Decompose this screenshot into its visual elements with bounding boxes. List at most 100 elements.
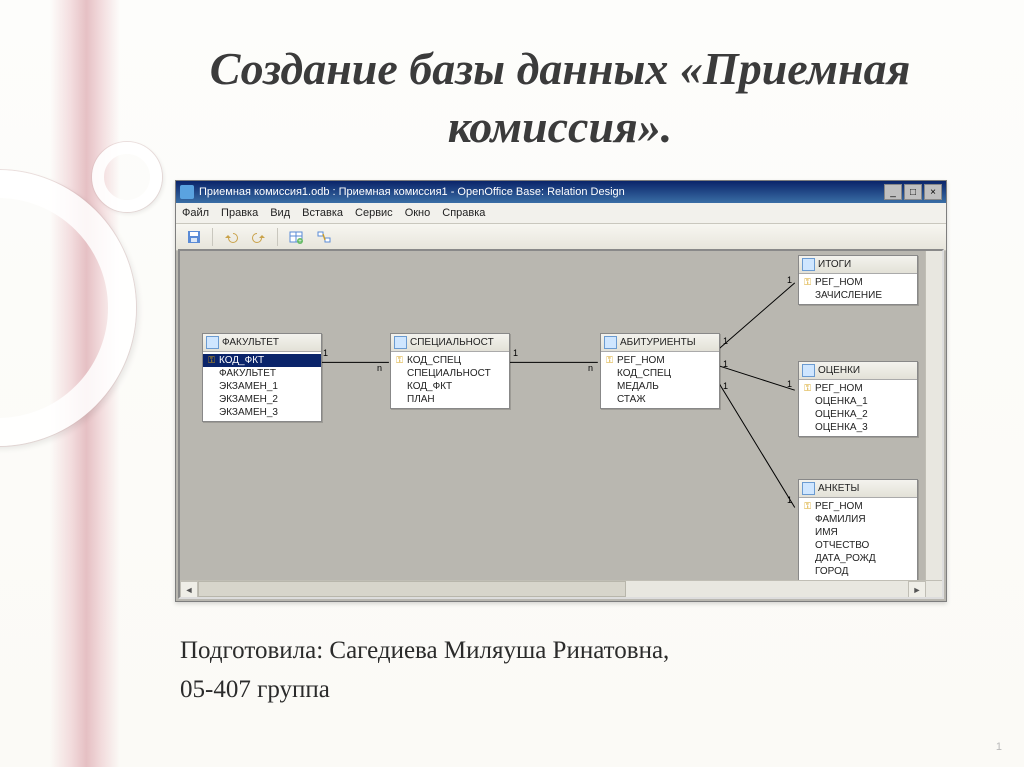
menu-help[interactable]: Справка <box>442 207 485 219</box>
table-field[interactable]: ⚿РЕГ_НОМ <box>799 500 917 513</box>
table-field[interactable]: ⚿ДАТА_РОЖД <box>799 552 917 565</box>
svg-text:+: + <box>298 239 302 244</box>
table-abit[interactable]: АБИТУРИЕНТЫ ⚿РЕГ_НОМ⚿КОД_СПЕЦ⚿МЕДАЛЬ⚿СТА… <box>600 333 720 409</box>
credit-line1: Подготовила: Сагедиева Миляуша Ринатовна… <box>180 632 669 671</box>
table-field[interactable]: ⚿ОТЧЕСТВО <box>799 539 917 552</box>
field-name: МЕДАЛЬ <box>617 381 659 392</box>
menu-window[interactable]: Окно <box>405 207 431 219</box>
table-field[interactable]: ⚿ЗАЧИСЛЕНИЕ <box>799 289 917 302</box>
minimize-button[interactable]: _ <box>884 184 902 200</box>
table-title: ОЦЕНКИ <box>818 365 860 376</box>
table-field[interactable]: ⚿КОД_СПЕЦ <box>601 367 719 380</box>
relation-canvas[interactable]: 1 n 1 n 1 1 1 1 1 1 ФАКУЛЬТЕТ ⚿КОД_ФКТ⚿Ф… <box>178 249 944 599</box>
scrollbar-vertical[interactable] <box>925 251 942 581</box>
field-name: ЭКЗАМЕН_2 <box>219 394 278 405</box>
scroll-left-button[interactable]: ◄ <box>180 581 198 598</box>
field-name: РЕГ_НОМ <box>815 383 863 394</box>
table-icon <box>394 336 407 349</box>
table-ankety[interactable]: АНКЕТЫ ⚿РЕГ_НОМ⚿ФАМИЛИЯ⚿ИМЯ⚿ОТЧЕСТВО⚿ДАТ… <box>798 479 918 581</box>
field-name: РЕГ_НОМ <box>617 355 665 366</box>
undo-icon[interactable] <box>219 226 243 248</box>
table-field[interactable]: ⚿ФАКУЛЬТЕТ <box>203 367 321 380</box>
table-field[interactable]: ⚿МЕДАЛЬ <box>601 380 719 393</box>
scrollbar-horizontal[interactable]: ◄ ► <box>180 580 926 597</box>
scroll-right-button[interactable]: ► <box>908 581 926 598</box>
key-icon: ⚿ <box>803 277 812 288</box>
window-buttons: _ □ × <box>884 184 942 200</box>
menu-tools[interactable]: Сервис <box>355 207 393 219</box>
table-field[interactable]: ⚿ОЦЕНКА_1 <box>799 395 917 408</box>
table-field[interactable]: ⚿ГОРОД <box>799 565 917 578</box>
field-name: ФАКУЛЬТЕТ <box>219 368 276 379</box>
menu-file[interactable]: Файл <box>182 207 209 219</box>
menu-view[interactable]: Вид <box>270 207 290 219</box>
table-field[interactable]: ⚿ЭКЗАМЕН_1 <box>203 380 321 393</box>
cardinality-label: 1 <box>787 379 792 389</box>
table-field[interactable]: ⚿КОД_ФКТ <box>391 380 509 393</box>
redo-icon[interactable] <box>247 226 271 248</box>
field-name: ЗАЧИСЛЕНИЕ <box>815 290 882 301</box>
table-field[interactable]: ⚿ЭКЗАМЕН_2 <box>203 393 321 406</box>
table-field[interactable]: ⚿ОЦЕНКА_3 <box>799 421 917 434</box>
field-name: ЭКЗАМЕН_3 <box>219 407 278 418</box>
cardinality-label: 1 <box>513 348 518 358</box>
cardinality-label: 1 <box>723 336 728 346</box>
field-name: КОД_ФКТ <box>219 355 264 366</box>
table-field[interactable]: ⚿ОЦЕНКА_2 <box>799 408 917 421</box>
table-field[interactable]: ⚿СТАЖ <box>601 393 719 406</box>
field-name: КОД_ФКТ <box>407 381 452 392</box>
maximize-button[interactable]: □ <box>904 184 922 200</box>
menubar: Файл Правка Вид Вставка Сервис Окно Спра… <box>176 203 946 224</box>
table-spec[interactable]: СПЕЦИАЛЬНОСТ ⚿КОД_СПЕЦ⚿СПЕЦИАЛЬНОСТ⚿КОД_… <box>390 333 510 409</box>
field-name: СПЕЦИАЛЬНОСТ <box>407 368 491 379</box>
table-field[interactable]: ⚿ИМЯ <box>799 526 917 539</box>
slide-title: Создание базы данных «Приемная комиссия»… <box>170 40 950 155</box>
page-number: 1 <box>996 741 1002 753</box>
field-name: ФАМИЛИЯ <box>815 514 866 525</box>
menu-edit[interactable]: Правка <box>221 207 258 219</box>
scroll-thumb[interactable] <box>198 581 626 597</box>
table-field[interactable]: ⚿РЕГ_НОМ <box>799 382 917 395</box>
cardinality-label: 1 <box>787 275 792 285</box>
table-title: ФАКУЛЬТЕТ <box>222 337 279 348</box>
table-faculty[interactable]: ФАКУЛЬТЕТ ⚿КОД_ФКТ⚿ФАКУЛЬТЕТ⚿ЭКЗАМЕН_1⚿Э… <box>202 333 322 422</box>
key-icon: ⚿ <box>605 355 614 366</box>
table-field[interactable]: ⚿ЭКЗАМЕН_3 <box>203 406 321 419</box>
field-name: ЭКЗАМЕН_1 <box>219 381 278 392</box>
table-field[interactable]: ⚿ФАМИЛИЯ <box>799 513 917 526</box>
table-ocenki[interactable]: ОЦЕНКИ ⚿РЕГ_НОМ⚿ОЦЕНКА_1⚿ОЦЕНКА_2⚿ОЦЕНКА… <box>798 361 918 437</box>
credit-line2: 05-407 группа <box>180 671 669 710</box>
table-field[interactable]: ⚿СПЕЦИАЛЬНОСТ <box>391 367 509 380</box>
cardinality-label: n <box>588 363 593 373</box>
new-relation-icon[interactable] <box>312 226 336 248</box>
table-icon <box>802 482 815 495</box>
table-icon <box>206 336 219 349</box>
cardinality-label: 1 <box>723 381 728 391</box>
credit-block: Подготовила: Сагедиева Миляуша Ринатовна… <box>180 632 669 710</box>
table-title: ИТОГИ <box>818 259 851 270</box>
table-icon <box>802 364 815 377</box>
table-field[interactable]: ⚿ПЛАН <box>391 393 509 406</box>
close-button[interactable]: × <box>924 184 942 200</box>
field-name: ПЛАН <box>407 394 435 405</box>
menu-insert[interactable]: Вставка <box>302 207 343 219</box>
table-itogi[interactable]: ИТОГИ ⚿РЕГ_НОМ⚿ЗАЧИСЛЕНИЕ <box>798 255 918 305</box>
app-icon <box>180 185 194 199</box>
table-field[interactable]: ⚿КОД_ФКТ <box>203 354 321 367</box>
table-field[interactable]: ⚿РЕГ_НОМ <box>799 276 917 289</box>
app-window: Приемная комиссия1.odb : Приемная комисс… <box>175 180 947 602</box>
titlebar[interactable]: Приемная комиссия1.odb : Приемная комисс… <box>176 181 946 203</box>
key-icon: ⚿ <box>803 501 812 512</box>
add-table-icon[interactable]: + <box>284 226 308 248</box>
decorative-circle-small <box>92 142 162 212</box>
save-icon[interactable] <box>182 226 206 248</box>
slide: Создание базы данных «Приемная комиссия»… <box>0 0 1024 767</box>
field-name: КОД_СПЕЦ <box>407 355 461 366</box>
table-field[interactable]: ⚿КОД_СПЕЦ <box>391 354 509 367</box>
field-name: РЕГ_НОМ <box>815 277 863 288</box>
table-field[interactable]: ⚿РЕГ_НОМ <box>601 354 719 367</box>
key-icon: ⚿ <box>395 355 404 366</box>
field-name: ОЦЕНКА_3 <box>815 422 868 433</box>
cardinality-label: 1 <box>323 348 328 358</box>
cardinality-label: 1 <box>723 359 728 369</box>
